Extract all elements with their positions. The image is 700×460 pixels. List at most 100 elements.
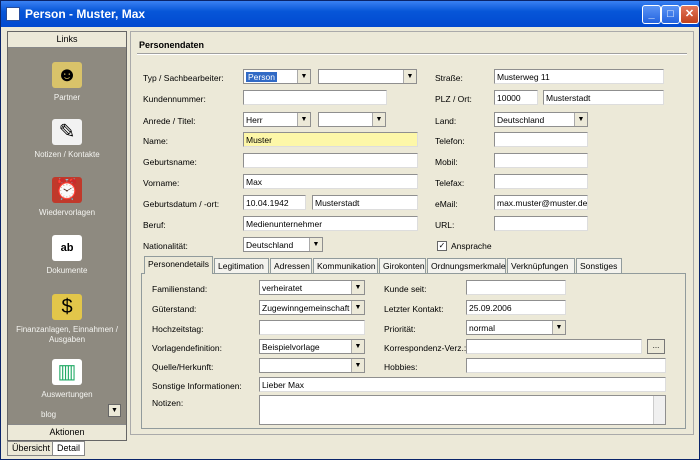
sonstige-input[interactable]: Lieber Max — [259, 377, 666, 392]
chevron-down-icon: ▼ — [552, 321, 565, 334]
nationalitaet-select[interactable]: Deutschland ▼ — [243, 237, 323, 252]
app-icon — [6, 7, 20, 21]
kundennummer-input[interactable] — [243, 90, 387, 105]
anrede-value: Herr — [246, 115, 263, 125]
typ-label: Typ / Sachbearbeiter: — [143, 73, 224, 83]
hobbies-input[interactable] — [466, 358, 666, 373]
document-icon: ab — [52, 235, 82, 261]
url-input[interactable] — [494, 216, 588, 231]
strasse-input[interactable]: Musterweg 11 — [494, 69, 664, 84]
geburtsort-input[interactable]: Musterstadt — [312, 195, 418, 210]
email-label: eMail: — [435, 199, 458, 209]
gueterstand-value: Zugewinngemeinschaft — [262, 303, 350, 313]
section-divider — [137, 53, 687, 55]
chevron-down-icon[interactable]: ▼ — [108, 404, 121, 417]
nav-item-partner[interactable]: ☻ Partner — [8, 62, 126, 103]
letzter-kontakt-input[interactable]: 25.09.2006 — [466, 300, 566, 315]
hochzeitstag-input[interactable] — [259, 320, 365, 335]
ort-input[interactable]: Musterstadt — [543, 90, 664, 105]
nationalitaet-label: Nationalität: — [143, 241, 188, 251]
telefon-input[interactable] — [494, 132, 588, 147]
links-header[interactable]: Links — [8, 32, 126, 48]
notes-icon: ✎ — [52, 119, 82, 145]
browse-button[interactable]: ... — [647, 339, 665, 354]
quelle-select[interactable]: ▼ — [259, 358, 365, 373]
gueterstand-label: Güterstand: — [152, 304, 197, 314]
tab-girokonten[interactable]: Girokonten — [379, 258, 426, 273]
partner-icon: ☻ — [52, 62, 82, 88]
prioritaet-label: Priorität: — [384, 324, 416, 334]
nav-item-label: Dokumente — [46, 266, 88, 275]
plz-label: PLZ / Ort: — [435, 94, 472, 104]
notizen-label: Notizen: — [152, 398, 184, 408]
geburtsdatum-input[interactable]: 10.04.1942 — [243, 195, 306, 210]
tab-ordnungsmerkmale[interactable]: Ordnungsmerkmale — [427, 258, 506, 273]
section-title: Personendaten — [139, 40, 205, 50]
vorlagendefinition-select[interactable]: Beispielvorlage ▼ — [259, 339, 365, 354]
chevron-down-icon: ▼ — [372, 113, 385, 126]
hobbies-label: Hobbies: — [384, 362, 418, 372]
land-select[interactable]: Deutschland ▼ — [494, 112, 588, 127]
aktionen-header[interactable]: Aktionen — [8, 424, 126, 440]
tab-detail[interactable]: Detail — [52, 441, 86, 456]
geburtsname-input[interactable] — [243, 153, 418, 168]
tab-adressen[interactable]: Adressen — [270, 258, 312, 273]
nav-item-label: Wiedervorlagen — [38, 208, 96, 217]
familienstand-value: verheiratet — [262, 283, 303, 293]
chevron-down-icon: ▼ — [351, 301, 364, 314]
tab-personendetails[interactable]: Personendetails — [144, 256, 213, 274]
telefax-input[interactable] — [494, 174, 588, 189]
nav-item-wiedervorlagen[interactable]: ⏰ Wiedervorlagen — [8, 177, 126, 218]
tab-verknuepfungen[interactable]: Verknüpfungen — [507, 258, 575, 273]
anrede-select[interactable]: Herr ▼ — [243, 112, 311, 127]
chevron-down-icon: ▼ — [351, 281, 364, 294]
name-input[interactable]: Muster — [243, 132, 418, 147]
ansprache-label: Ansprache — [451, 241, 492, 251]
nav-item-dokumente[interactable]: ab Dokumente — [8, 235, 126, 276]
alarm-clock-icon: ⏰ — [52, 177, 82, 203]
personendetails-panel: Familienstand: verheiratet ▼ Güterstand: … — [141, 273, 686, 429]
gueterstand-select[interactable]: Zugewinngemeinschaft ▼ — [259, 300, 365, 315]
title-bar[interactable]: Person - Muster, Max _ □ ✕ — [1, 1, 699, 27]
kunde-seit-input[interactable] — [466, 280, 566, 295]
maximize-button[interactable]: □ — [661, 5, 680, 24]
notizen-scrollbar[interactable] — [653, 396, 665, 424]
typ-value: Person — [246, 72, 277, 82]
familienstand-select[interactable]: verheiratet ▼ — [259, 280, 365, 295]
close-button[interactable]: ✕ — [680, 5, 699, 24]
plz-input[interactable]: 10000 — [494, 90, 538, 105]
nav-item-finanzanlagen[interactable]: $ Finanzanlagen, Einnahmen / Ausgaben — [8, 294, 126, 345]
tab-sonstiges[interactable]: Sonstiges — [576, 258, 622, 273]
tab-kommunikation[interactable]: Kommunikation — [313, 258, 378, 273]
sachbearbeiter-select[interactable]: ▼ — [318, 69, 417, 84]
hochzeitstag-label: Hochzeitstag: — [152, 324, 204, 334]
korrespondenz-input[interactable] — [466, 339, 642, 354]
beruf-input[interactable]: Medienunternehmer — [243, 216, 418, 231]
tab-uebersicht[interactable]: Übersicht — [7, 441, 56, 456]
nav-item-auswertungen[interactable]: ▥ Auswertungen — [8, 359, 126, 400]
tab-legitimation[interactable]: Legitimation — [214, 258, 269, 273]
nav-item-notizen[interactable]: ✎ Notizen / Kontakte — [8, 119, 126, 160]
typ-select[interactable]: Person ▼ — [243, 69, 311, 84]
familienstand-label: Familienstand: — [152, 284, 208, 294]
kunde-seit-label: Kunde seit: — [384, 284, 427, 294]
mobil-input[interactable] — [494, 153, 588, 168]
titel-select[interactable]: ▼ — [318, 112, 386, 127]
email-input[interactable]: max.muster@muster.de — [494, 195, 588, 210]
window: Person - Muster, Max _ □ ✕ Links ☻ Partn… — [0, 0, 700, 460]
notizen-textarea[interactable] — [259, 395, 666, 425]
nav-item-blog[interactable]: blog — [41, 410, 56, 419]
nav-item-label: Notizen / Kontakte — [34, 150, 100, 159]
chevron-down-icon: ▼ — [309, 238, 322, 251]
chevron-down-icon: ▼ — [297, 70, 310, 83]
beruf-label: Beruf: — [143, 220, 166, 230]
ansprache-checkbox[interactable]: ✓ — [437, 241, 447, 251]
chevron-down-icon: ▼ — [403, 70, 416, 83]
vorname-input[interactable]: Max — [243, 174, 418, 189]
prioritaet-select[interactable]: normal ▼ — [466, 320, 566, 335]
window-title: Person - Muster, Max — [25, 7, 146, 21]
minimize-button[interactable]: _ — [642, 5, 661, 24]
name-label: Name: — [143, 136, 169, 146]
chevron-down-icon: ▼ — [351, 340, 364, 353]
quelle-label: Quelle/Herkunft: — [152, 362, 214, 372]
